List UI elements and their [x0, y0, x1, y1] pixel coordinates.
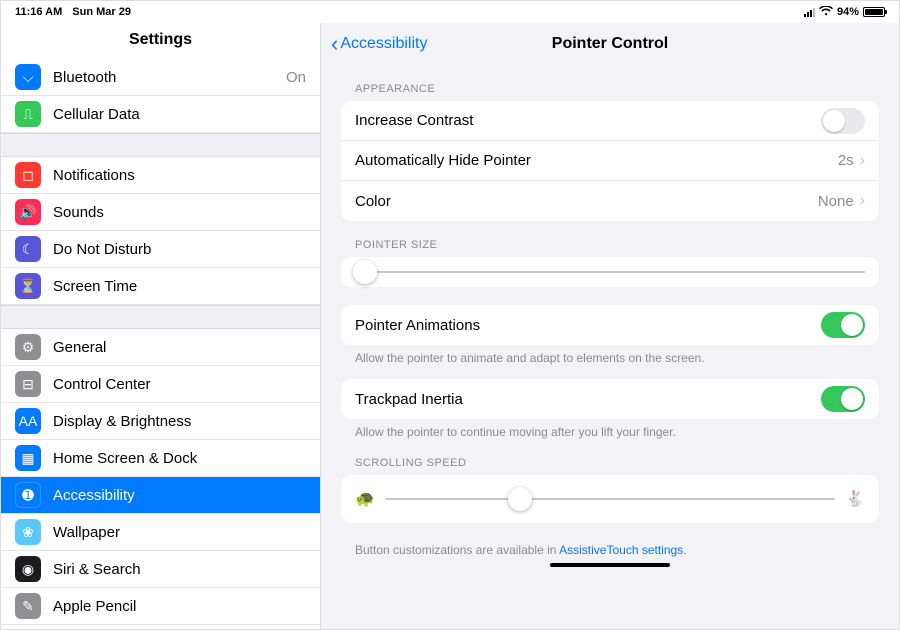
- pointer-size-thumb[interactable]: [353, 260, 377, 284]
- sidebar-item-cellular[interactable]: ⎍ Cellular Data: [1, 96, 320, 133]
- row-trackpad-inertia[interactable]: Trackpad Inertia: [341, 379, 879, 419]
- status-bar: 11:16 AM Sun Mar 29 94%: [1, 1, 899, 23]
- scrolling-speed-header: SCROLLING SPEED: [341, 439, 879, 475]
- sidebar-item-screentime[interactable]: ⏳ Screen Time: [1, 268, 320, 305]
- assistivetouch-link[interactable]: AssistiveTouch settings: [559, 543, 683, 557]
- sidebar-list[interactable]: ⌵ Bluetooth On ⎍ Cellular Data ◻ Notifications…: [1, 59, 320, 629]
- inertia-group: Trackpad Inertia: [341, 379, 879, 419]
- home-indicator[interactable]: [550, 563, 670, 567]
- trackpad-inertia-toggle[interactable]: [821, 386, 865, 412]
- cellular-signal-icon: [804, 8, 815, 17]
- sidebar-item-general-icon: ⚙: [15, 334, 41, 360]
- row-auto-hide-pointer[interactable]: Automatically Hide Pointer 2s ›: [341, 141, 879, 181]
- sidebar-item-dnd[interactable]: ☾ Do Not Disturb: [1, 231, 320, 268]
- pointer-size-slider-card: [341, 257, 879, 287]
- appearance-header: APPEARANCE: [341, 65, 879, 101]
- appearance-group: Increase Contrast Automatically Hide Poi…: [341, 101, 879, 221]
- sidebar-item-siri[interactable]: ◉ Siri & Search: [1, 551, 320, 588]
- sidebar-item-homescreen[interactable]: ▦ Home Screen & Dock: [1, 440, 320, 477]
- scrolling-speed-slider[interactable]: [385, 498, 835, 500]
- row-pointer-animations[interactable]: Pointer Animations: [341, 305, 879, 345]
- tortoise-icon: 🐢: [355, 489, 375, 509]
- sidebar-item-notifications[interactable]: ◻ Notifications: [1, 157, 320, 194]
- sidebar-item-label: Control Center: [53, 376, 151, 393]
- sidebar-item-label: Do Not Disturb: [53, 241, 151, 258]
- row-increase-contrast[interactable]: Increase Contrast: [341, 101, 879, 141]
- sidebar-item-display[interactable]: AA Display & Brightness: [1, 403, 320, 440]
- scrolling-speed-slider-card: 🐢 🐇: [341, 475, 879, 523]
- back-button[interactable]: ‹ Accessibility: [321, 33, 427, 55]
- sidebar-item-label: Sounds: [53, 204, 104, 221]
- sidebar-item-label: Apple Pencil: [53, 598, 136, 615]
- status-time: 11:16 AM: [15, 6, 62, 18]
- sidebar-item-sounds[interactable]: 🔊 Sounds: [1, 194, 320, 231]
- sidebar-item-pencil[interactable]: ✎ Apple Pencil: [1, 588, 320, 625]
- chevron-left-icon: ‹: [331, 33, 338, 55]
- chevron-right-icon: ›: [860, 192, 865, 210]
- sidebar-item-label: Notifications: [53, 167, 135, 184]
- wifi-icon: [819, 6, 833, 19]
- sidebar-item-notifications-icon: ◻: [15, 162, 41, 188]
- back-label: Accessibility: [340, 35, 427, 53]
- sidebar-item-sounds-icon: 🔊: [15, 199, 41, 225]
- detail-navbar: ‹ Accessibility Pointer Control: [321, 23, 899, 65]
- sidebar-title: Settings: [1, 23, 320, 59]
- pointer-animations-toggle[interactable]: [821, 312, 865, 338]
- sidebar-item-controlcenter[interactable]: ⊟ Control Center: [1, 366, 320, 403]
- sidebar-item-screentime-icon: ⏳: [15, 273, 41, 299]
- battery-icon: [863, 7, 885, 17]
- battery-percent: 94%: [837, 6, 859, 18]
- sidebar-item-faceid[interactable]: ☻Face ID & Passcode: [1, 625, 320, 629]
- detail-pane: ‹ Accessibility Pointer Control APPEARAN…: [321, 23, 899, 629]
- sidebar-item-label: Accessibility: [53, 487, 135, 504]
- sidebar-item-label: Siri & Search: [53, 561, 141, 578]
- animations-group: Pointer Animations: [341, 305, 879, 345]
- sidebar-item-label: General: [53, 339, 106, 356]
- sidebar-item-pencil-icon: ✎: [15, 593, 41, 619]
- sidebar-item-trail: On: [286, 69, 306, 86]
- chevron-right-icon: ›: [860, 152, 865, 170]
- sidebar-item-label: Wallpaper: [53, 524, 120, 541]
- inertia-footer: Allow the pointer to continue moving aft…: [341, 419, 879, 439]
- sidebar-item-label: Cellular Data: [53, 106, 140, 123]
- sidebar-item-label: Screen Time: [53, 278, 137, 295]
- sidebar-item-bluetooth[interactable]: ⌵ Bluetooth On: [1, 59, 320, 96]
- sidebar-item-bluetooth-icon: ⌵: [15, 64, 41, 90]
- sidebar-item-dnd-icon: ☾: [15, 236, 41, 262]
- sidebar-item-controlcenter-icon: ⊟: [15, 371, 41, 397]
- sidebar-item-cellular-icon: ⎍: [15, 101, 41, 127]
- sidebar-item-label: Bluetooth: [53, 69, 116, 86]
- sidebar-item-general[interactable]: ⚙ General: [1, 329, 320, 366]
- button-customization-footer: Button customizations are available in A…: [341, 523, 879, 557]
- status-date: Sun Mar 29: [72, 6, 131, 18]
- sidebar-item-label: Display & Brightness: [53, 413, 191, 430]
- sidebar-item-homescreen-icon: ▦: [15, 445, 41, 471]
- sidebar-item-display-icon: AA: [15, 408, 41, 434]
- sidebar-item-accessibility-icon: ➊: [15, 482, 41, 508]
- sidebar-item-wallpaper[interactable]: ❀ Wallpaper: [1, 514, 320, 551]
- row-color[interactable]: Color None ›: [341, 181, 879, 221]
- settings-sidebar: Settings ⌵ Bluetooth On ⎍ Cellular Data ◻ Noti…: [1, 23, 321, 629]
- scrolling-speed-thumb[interactable]: [508, 487, 532, 511]
- pointer-size-header: POINTER SIZE: [341, 221, 879, 257]
- sidebar-item-accessibility[interactable]: ➊ Accessibility: [1, 477, 320, 514]
- animations-footer: Allow the pointer to animate and adapt t…: [341, 345, 879, 365]
- increase-contrast-toggle[interactable]: [821, 108, 865, 134]
- hare-icon: 🐇: [845, 489, 865, 509]
- sidebar-item-wallpaper-icon: ❀: [15, 519, 41, 545]
- sidebar-item-siri-icon: ◉: [15, 556, 41, 582]
- sidebar-item-label: Home Screen & Dock: [53, 450, 197, 467]
- pointer-size-slider[interactable]: [355, 271, 865, 273]
